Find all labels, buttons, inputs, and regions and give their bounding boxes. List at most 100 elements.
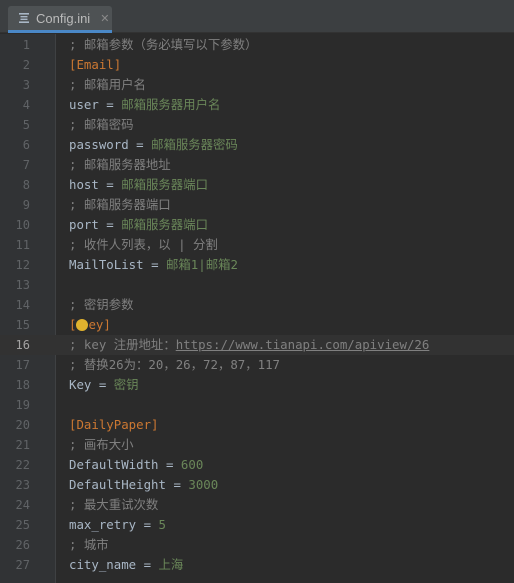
token-comment: ; 邮箱参数（务必填写以下参数）: [69, 37, 258, 52]
line-number: 18: [15, 378, 30, 392]
line-number: 14: [15, 298, 30, 312]
code-text: ; 密钥参数: [69, 295, 133, 315]
code-line[interactable]: 5 ; 邮箱密码: [0, 115, 514, 135]
code-text: city_name = 上海: [69, 555, 183, 575]
token-val: 邮箱1|邮箱2: [166, 257, 238, 272]
code-line[interactable]: 12 MailToList = 邮箱1|邮箱2: [0, 255, 514, 275]
token-key: MailToList: [69, 257, 144, 272]
line-number: 11: [15, 238, 30, 252]
tab-label: Config.ini: [36, 10, 91, 26]
code-line[interactable]: 25 max_retry = 5: [0, 515, 514, 535]
code-text: [ey]: [69, 315, 111, 335]
line-number: 10: [15, 218, 30, 232]
line-number: 25: [15, 518, 30, 532]
token-val: 600: [180, 457, 204, 472]
code-line[interactable]: 20 [DailyPaper]: [0, 415, 514, 435]
token-comment: ; 画布大小: [69, 437, 134, 452]
line-number: 13: [15, 278, 30, 292]
token-eq: =: [98, 97, 122, 112]
token-key: DefaultHeight: [69, 477, 166, 492]
code-text: DefaultWidth = 600: [69, 455, 203, 475]
token-val: 上海: [158, 557, 184, 572]
code-line[interactable]: 24 ; 最大重试次数: [0, 495, 514, 515]
line-number: 27: [15, 558, 30, 572]
token-val: 邮箱服务器用户名: [121, 97, 221, 112]
code-line[interactable]: 27 city_name = 上海: [0, 555, 514, 575]
tab-config-ini[interactable]: Config.ini ✕: [8, 6, 112, 33]
line-number: 4: [22, 98, 30, 112]
token-section: [DailyPaper]: [69, 417, 159, 432]
code-text: ; 替换26为：20，26，72，87，117: [69, 355, 280, 375]
code-line[interactable]: 22 DefaultWidth = 600: [0, 455, 514, 475]
code-editor[interactable]: 1 ; 邮箱参数（务必填写以下参数） 2 [Email] 3 ; 邮箱用户名 4 user =…: [0, 34, 514, 583]
token-comment: ; 密钥参数: [69, 297, 134, 312]
code-text: ; 邮箱服务器地址: [69, 155, 171, 175]
line-number: 22: [15, 458, 30, 472]
code-line[interactable]: 4 user = 邮箱服务器用户名: [0, 95, 514, 115]
code-text: ; 收件人列表，以 | 分割: [69, 235, 218, 255]
token-eq: =: [143, 257, 166, 272]
line-number: 6: [22, 138, 30, 152]
token-key: user: [69, 97, 99, 112]
code-line[interactable]: 11 ; 收件人列表，以 | 分割: [0, 235, 514, 255]
code-text: host = 邮箱服务器端口: [69, 175, 208, 195]
code-line[interactable]: 17 ; 替换26为：20，26，72，87，117: [0, 355, 514, 375]
token-comment: ; 邮箱服务器地址: [69, 157, 171, 172]
line-number: 21: [15, 438, 30, 452]
token-key: host: [69, 177, 99, 192]
code-line[interactable]: 23 DefaultHeight = 3000: [0, 475, 514, 495]
code-text: ; 城市: [69, 535, 109, 555]
code-line[interactable]: 1 ; 邮箱参数（务必填写以下参数）: [0, 35, 514, 55]
code-line[interactable]: 18 Key = 密钥: [0, 375, 514, 395]
token-eq: =: [136, 557, 159, 572]
code-text: ; 邮箱密码: [69, 115, 133, 135]
token-eq: =: [165, 477, 189, 492]
code-text: ; key 注册地址：https://www.tianapi.com/apivi…: [69, 335, 429, 355]
token-key: max_retry: [69, 517, 137, 532]
code-text: ; 最大重试次数: [69, 495, 158, 515]
code-text: Key = 密钥: [69, 375, 139, 395]
intention-bulb-icon[interactable]: [76, 319, 89, 331]
token-val: 邮箱服务器端口: [121, 217, 208, 232]
code-line[interactable]: 21 ; 画布大小: [0, 435, 514, 455]
token-comment: ; 邮箱用户名: [69, 77, 146, 92]
token-val: 邮箱服务器端口: [121, 177, 208, 192]
token-eq: =: [98, 177, 122, 192]
token-eq: =: [136, 517, 159, 532]
code-line[interactable]: 13: [0, 275, 514, 295]
code-line[interactable]: 6 password = 邮箱服务器密码: [0, 135, 514, 155]
code-line[interactable]: 9 ; 邮箱服务器端口: [0, 195, 514, 215]
code-line[interactable]: 7 ; 邮箱服务器地址: [0, 155, 514, 175]
token-comment: ; 邮箱密码: [69, 117, 134, 132]
token-comment: ; 替换26为：20，26，72，87，117: [69, 357, 281, 372]
code-line[interactable]: 14 ; 密钥参数: [0, 295, 514, 315]
code-line[interactable]: 19: [0, 395, 514, 415]
line-number: 20: [15, 418, 30, 432]
token-eq: =: [98, 217, 122, 232]
code-text: password = 邮箱服务器密码: [69, 135, 238, 155]
code-line[interactable]: 16 ; key 注册地址：https://www.tianapi.com/api…: [0, 335, 514, 355]
line-number: 16: [15, 338, 30, 352]
code-line[interactable]: 2 [Email]: [0, 55, 514, 75]
line-number: 2: [22, 58, 30, 72]
code-text: [Email]: [69, 55, 121, 75]
code-text: ; 邮箱参数（务必填写以下参数）: [69, 35, 257, 55]
token-key: password: [69, 137, 129, 152]
line-number: 5: [22, 118, 30, 132]
token-comment: ; 邮箱服务器端口: [69, 197, 171, 212]
token-val: 密钥: [113, 377, 139, 392]
line-number: 12: [15, 258, 30, 272]
close-icon[interactable]: ✕: [100, 12, 109, 25]
code-line[interactable]: 26 ; 城市: [0, 535, 514, 555]
token-section: [Email]: [69, 57, 122, 72]
line-number: 19: [15, 398, 30, 412]
token-key: Key: [69, 377, 92, 392]
code-line[interactable]: 15 [ey]: [0, 315, 514, 335]
code-line[interactable]: 10 port = 邮箱服务器端口: [0, 215, 514, 235]
code-line[interactable]: 3 ; 邮箱用户名: [0, 75, 514, 95]
code-text: user = 邮箱服务器用户名: [69, 95, 220, 115]
code-line[interactable]: 8 host = 邮箱服务器端口: [0, 175, 514, 195]
token-eq: =: [128, 137, 152, 152]
token-link[interactable]: https://www.tianapi.com/apiview/26: [176, 337, 430, 352]
token-comment: ; 最大重试次数: [69, 497, 159, 512]
